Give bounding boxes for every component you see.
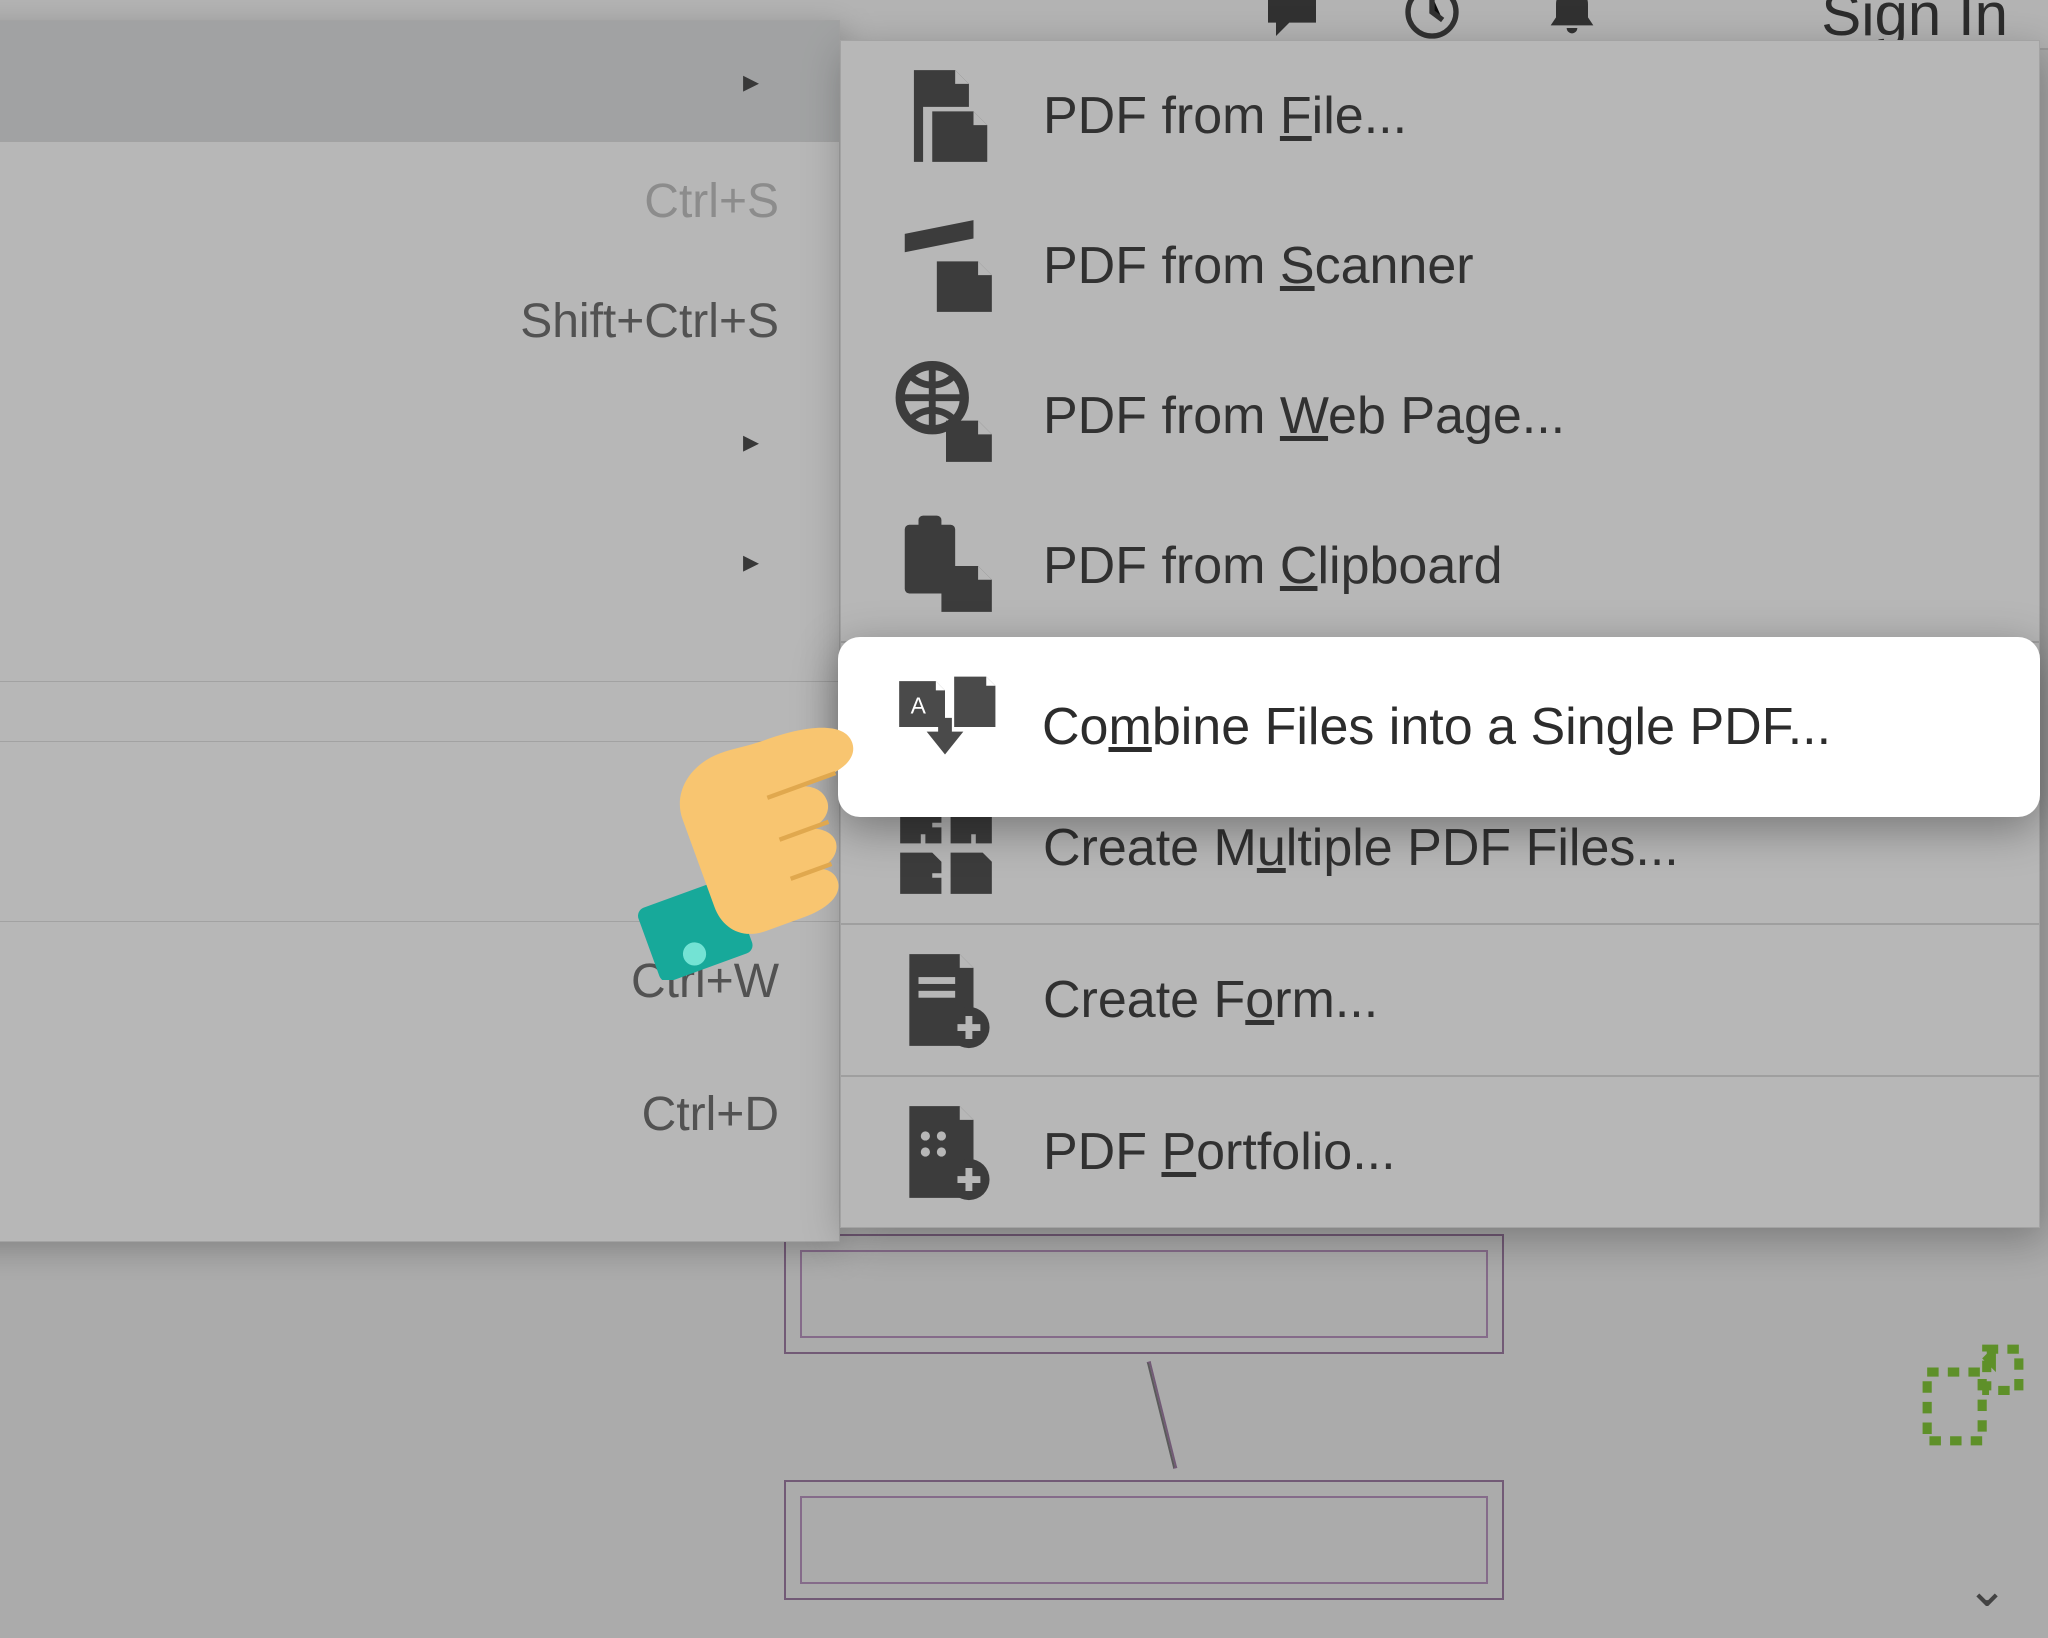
submenu-arrow-icon: ▸ [743, 542, 759, 580]
combine-files-icon: A [890, 672, 1000, 782]
pdf-from-clipboard-icon [891, 511, 1001, 621]
submenu-pdf-from-file[interactable]: PDF from File... [841, 41, 2039, 191]
create-form-icon [891, 945, 1001, 1055]
submenu-pdf-from-clipboard[interactable]: PDF from Clipboard [841, 491, 2039, 641]
shortcut-label: Shift+Ctrl+S [520, 294, 779, 349]
file-menu-spacer [0, 621, 839, 681]
create-submenu: PDF from File... PDF from Scanner PDF fr… [840, 40, 2040, 1228]
file-menu-saveasother[interactable]: ▸ [0, 381, 839, 501]
menu-item-label: PDF from Scanner [1043, 236, 1989, 296]
file-menu-create[interactable]: ▸ [0, 21, 839, 141]
menu-item-label: PDF from File... [1043, 86, 1989, 146]
file-menu-saveas[interactable]: Shift+Ctrl+S [0, 261, 839, 381]
menu-item-label: Create Multiple PDF Files... [1043, 818, 1989, 878]
shortcut-label: Ctrl+S [644, 174, 779, 229]
shortcut-label: Ctrl+W [631, 954, 779, 1009]
file-menu-save[interactable]: Ctrl+S [0, 141, 839, 261]
menu-item-label: Combine Files into a Single PDF... [1042, 697, 1831, 757]
menu-item-label: PDF from Clipboard [1043, 536, 1989, 596]
pdf-from-scanner-icon [891, 211, 1001, 321]
submenu-portfolio[interactable]: PDF Portfolio... [841, 1075, 2039, 1227]
file-menu-close[interactable]: Ctrl+W [0, 921, 839, 1041]
pdf-from-web-icon [891, 361, 1001, 471]
menu-item-label: Create Form... [1043, 970, 1989, 1030]
chevron-down-icon[interactable]: ⌄ [1966, 1560, 2008, 1618]
file-menu-export[interactable]: ▸ [0, 501, 839, 621]
file-menu-spacer [0, 741, 839, 921]
submenu-pdf-from-web[interactable]: PDF from Web Page... [841, 341, 2039, 491]
svg-text:A: A [911, 692, 927, 718]
menu-item-label: PDF from Web Page... [1043, 386, 1989, 446]
submenu-arrow-icon: ▸ [743, 62, 759, 100]
menu-item-label: PDF Portfolio... [1043, 1122, 1989, 1182]
submenu-combine-files[interactable]: A Combine Files into a Single PDF... [838, 637, 2040, 817]
file-menu-properties[interactable]: Ctrl+D [0, 1041, 839, 1241]
background-document [780, 1230, 1560, 1610]
submenu-create-form[interactable]: Create Form... [841, 923, 2039, 1075]
file-menu: ▸ Ctrl+S Shift+Ctrl+S ▸ ▸ Ctrl+W Ctrl+D [0, 20, 840, 1242]
file-menu-spacer [0, 681, 839, 741]
submenu-arrow-icon: ▸ [743, 422, 759, 460]
rotate-crop-icon[interactable] [1918, 1340, 2028, 1450]
submenu-pdf-from-scanner[interactable]: PDF from Scanner [841, 191, 2039, 341]
shortcut-label: Ctrl+D [642, 1087, 779, 1142]
pdf-from-file-icon [891, 61, 1001, 171]
pdf-portfolio-icon [891, 1097, 1001, 1207]
